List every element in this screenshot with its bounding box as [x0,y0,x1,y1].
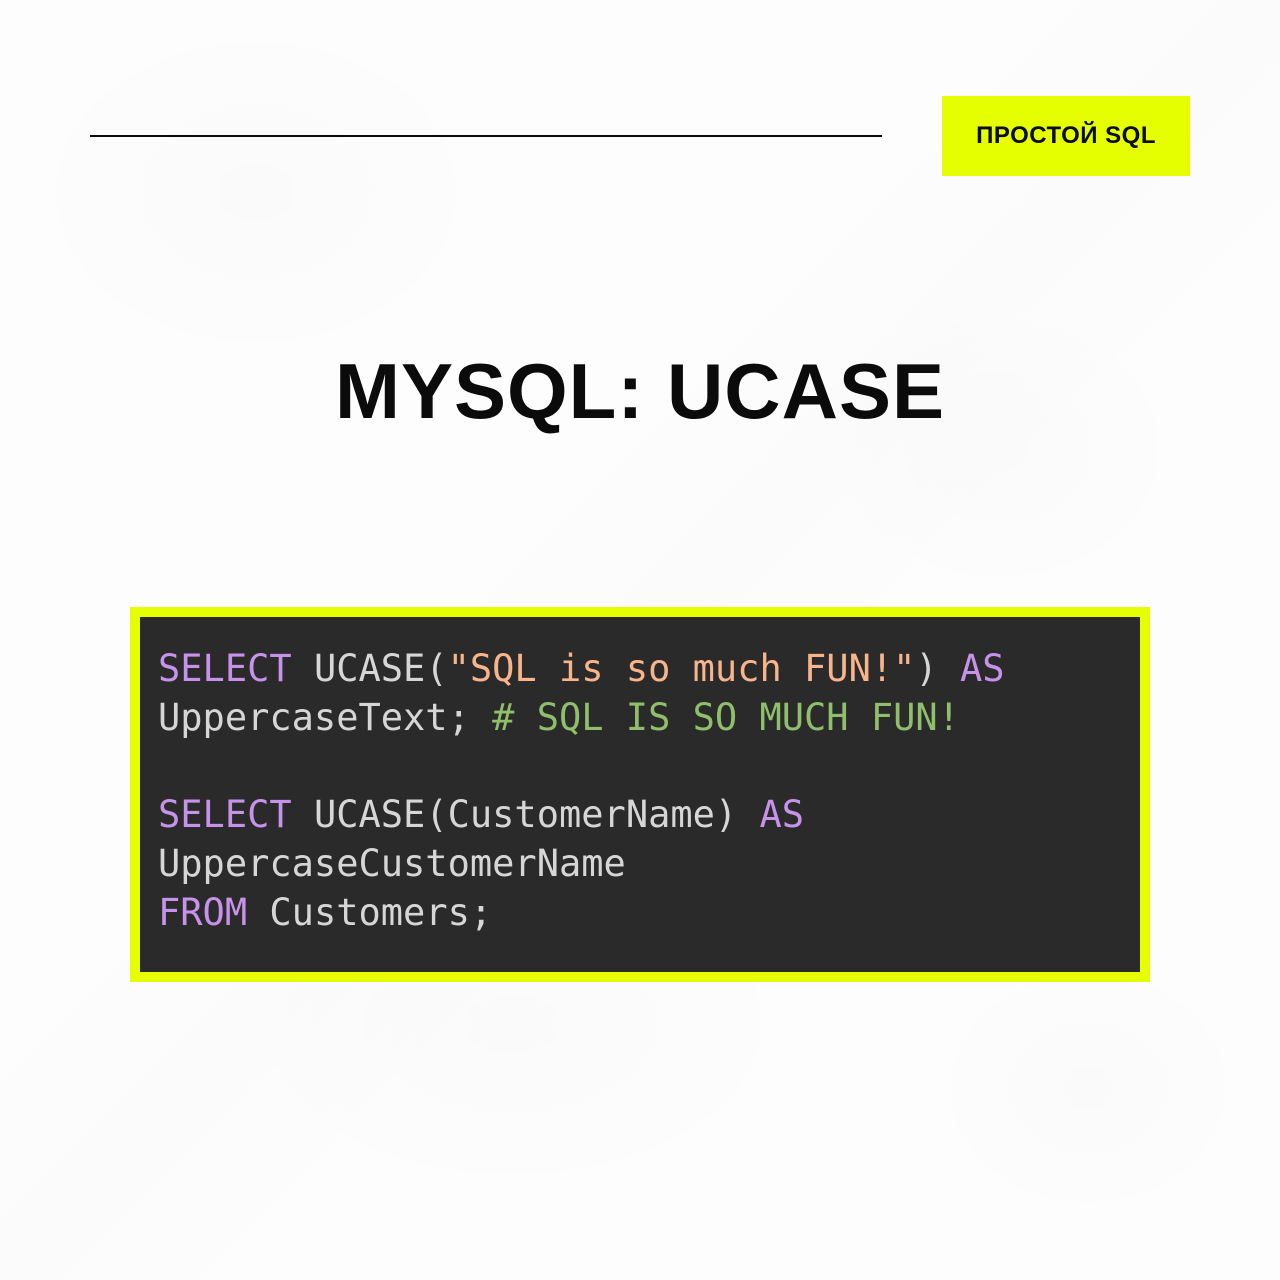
paren-close: ) [915,647,937,690]
arg-customername: CustomerName [448,793,715,836]
keyword-select: SELECT [158,647,292,690]
keyword-as: AS [960,647,1005,690]
comment-result: # SQL IS SO MUCH FUN! [492,696,960,739]
function-ucase: UCASE [314,647,425,690]
paren-open: ( [425,793,447,836]
page-title: MYSQL: UCASE [90,346,1190,437]
alias-uppercasetext: UppercaseText; [158,696,470,739]
paren-close: ) [715,793,737,836]
string-literal: "SQL is so much FUN!" [448,647,916,690]
page-container: ПРОСТОЙ SQL MYSQL: UCASE SELECT UCASE("S… [0,0,1280,1280]
header-row: ПРОСТОЙ SQL [90,96,1190,176]
table-customers: Customers; [269,891,492,934]
code-block: SELECT UCASE("SQL is so much FUN!") AS U… [158,645,1122,938]
function-ucase: UCASE [314,793,425,836]
alias-uppercasecustomername: UppercaseCustomerName [158,842,626,885]
keyword-from: FROM [158,891,247,934]
keyword-as: AS [759,793,804,836]
paren-open: ( [425,647,447,690]
brand-badge: ПРОСТОЙ SQL [942,96,1190,176]
keyword-select: SELECT [158,793,292,836]
code-block-frame: SELECT UCASE("SQL is so much FUN!") AS U… [130,607,1150,982]
header-divider [90,135,882,137]
